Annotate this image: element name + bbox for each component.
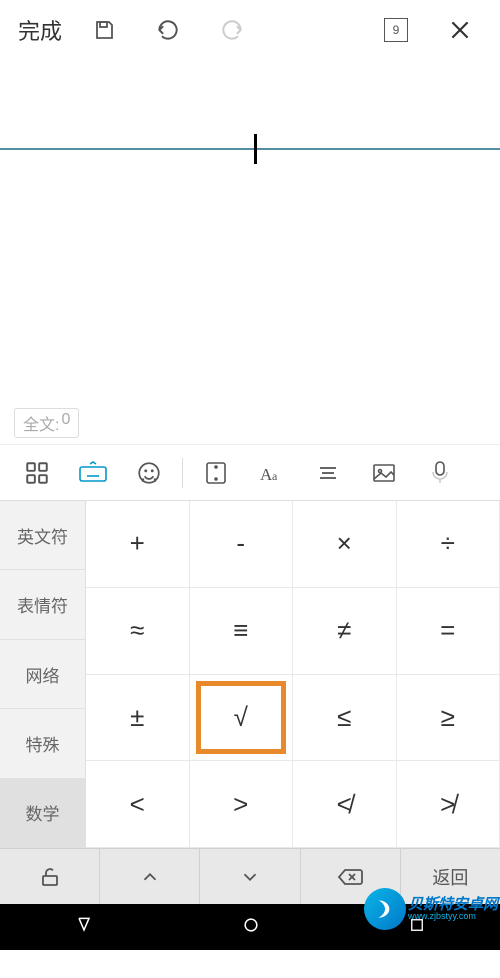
watermark-url: www.zjbstyy.com bbox=[408, 912, 498, 921]
category-english[interactable]: 英文符 bbox=[0, 501, 86, 570]
nav-home[interactable] bbox=[241, 915, 261, 940]
key-divide[interactable]: ÷ bbox=[397, 501, 500, 588]
key-geq[interactable]: ≥ bbox=[397, 675, 500, 762]
page-number-value: 9 bbox=[384, 18, 408, 42]
watermark-title: 贝斯特安卓网 bbox=[408, 897, 498, 912]
image-icon[interactable] bbox=[357, 451, 411, 495]
nav-back[interactable] bbox=[74, 915, 94, 940]
key-neq[interactable]: ≠ bbox=[293, 588, 397, 675]
category-column: 英文符 表情符 网络 特殊 数学 bbox=[0, 501, 86, 848]
apps-icon[interactable] bbox=[10, 451, 64, 495]
watermark-logo bbox=[364, 888, 406, 930]
keyboard: 英文符 表情符 网络 特殊 数学 + - × ÷ ≈ ≡ ≠ = ± √ ≤ ≥… bbox=[0, 500, 500, 848]
key-sqrt[interactable]: √ bbox=[190, 675, 294, 762]
keyboard-icon[interactable] bbox=[66, 451, 120, 495]
undo-button[interactable] bbox=[140, 2, 196, 58]
page-down-button[interactable] bbox=[200, 849, 300, 904]
save-icon[interactable] bbox=[76, 2, 132, 58]
text-caret bbox=[254, 134, 257, 164]
category-network[interactable]: 网络 bbox=[0, 640, 86, 709]
key-identical[interactable]: ≡ bbox=[190, 588, 294, 675]
key-multiply[interactable]: × bbox=[293, 501, 397, 588]
category-math[interactable]: 数学 bbox=[0, 779, 86, 848]
svg-text:a: a bbox=[272, 469, 278, 483]
category-special[interactable]: 特殊 bbox=[0, 709, 86, 778]
lock-button[interactable] bbox=[0, 849, 100, 904]
key-plus[interactable]: + bbox=[86, 501, 190, 588]
char-count-badge: 全文: 0 bbox=[14, 408, 79, 438]
key-gt[interactable]: > bbox=[190, 761, 294, 848]
align-icon[interactable] bbox=[301, 451, 355, 495]
mic-icon[interactable] bbox=[413, 451, 467, 495]
key-minus[interactable]: - bbox=[190, 501, 294, 588]
page-number-button[interactable]: 9 bbox=[368, 2, 424, 58]
key-ngt[interactable]: ≯ bbox=[397, 761, 500, 848]
key-grid: + - × ÷ ≈ ≡ ≠ = ± √ ≤ ≥ < > ≮ ≯ bbox=[86, 501, 500, 848]
fullscreen-icon[interactable] bbox=[189, 451, 243, 495]
lower-canvas[interactable]: 全文: 0 bbox=[0, 150, 500, 444]
done-button[interactable]: 完成 bbox=[12, 10, 68, 50]
upper-canvas[interactable] bbox=[0, 60, 500, 150]
redo-button bbox=[204, 2, 260, 58]
close-button[interactable] bbox=[432, 2, 488, 58]
key-leq[interactable]: ≤ bbox=[293, 675, 397, 762]
key-lt[interactable]: < bbox=[86, 761, 190, 848]
ime-toolbar: Aa bbox=[0, 444, 500, 500]
key-plusminus[interactable]: ± bbox=[86, 675, 190, 762]
category-emoji[interactable]: 表情符 bbox=[0, 570, 86, 639]
page-up-button[interactable] bbox=[100, 849, 200, 904]
watermark: 贝斯特安卓网 www.zjbstyy.com bbox=[364, 888, 498, 930]
key-approx[interactable]: ≈ bbox=[86, 588, 190, 675]
key-nlt[interactable]: ≮ bbox=[293, 761, 397, 848]
font-icon[interactable]: Aa bbox=[245, 451, 299, 495]
key-equal[interactable]: = bbox=[397, 588, 500, 675]
emoji-icon[interactable] bbox=[122, 451, 176, 495]
toolbar-divider bbox=[182, 458, 183, 488]
